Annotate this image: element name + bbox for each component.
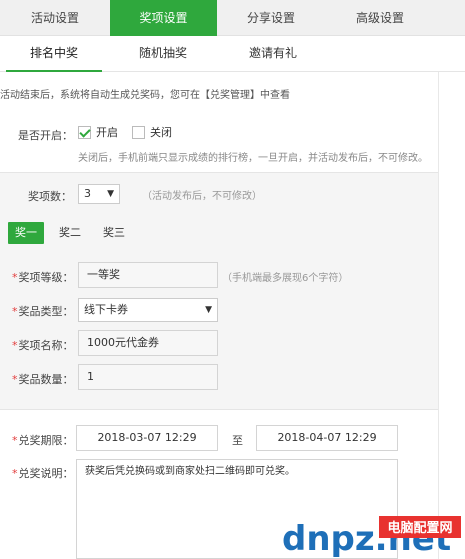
top-tab-bar: 活动设置 奖项设置 分享设置 高级设置: [0, 0, 465, 36]
subtab-invite-gift[interactable]: 邀请有礼: [225, 36, 321, 72]
prize-count-label: 奖项数：: [28, 190, 72, 203]
site-watermark: dnpz.net 电脑配置网: [278, 510, 465, 559]
prize-count-hint: （活动发布后，不可修改）: [142, 191, 262, 202]
prize-type-select[interactable]: 线下卡券 ▼: [78, 298, 218, 322]
tab-prize-3[interactable]: 奖三: [96, 222, 132, 244]
redeem-period-label: *兑奖期限：: [12, 434, 74, 447]
tab-prize-2[interactable]: 奖二: [52, 222, 88, 244]
enable-on-label: 开启: [96, 126, 118, 139]
enable-on-checkbox[interactable]: [78, 125, 91, 139]
tab-activity-settings[interactable]: 活动设置: [0, 0, 110, 36]
prize-qty-label: *奖品数量：: [12, 373, 74, 386]
prize-level-label: *奖项等级：: [12, 271, 74, 284]
tab-advanced-settings[interactable]: 高级设置: [325, 0, 435, 36]
chevron-down-icon: ▼: [107, 189, 114, 199]
prize-name-input[interactable]: 1000元代金券: [78, 330, 218, 356]
redeem-start-input[interactable]: 2018-03-07 12:29: [76, 425, 218, 451]
tab-share-settings[interactable]: 分享设置: [217, 0, 325, 36]
tab-prize-1[interactable]: 奖一: [8, 222, 44, 244]
enable-label: 是否开启：: [18, 129, 73, 142]
prize-qty-input[interactable]: 1: [78, 364, 218, 390]
prize-count-select[interactable]: 3 ▼: [78, 184, 120, 204]
prize-level-hint: （手机端最多展现6个字符）: [222, 273, 349, 284]
prize-type-value: 线下卡券: [84, 303, 128, 316]
subtab-rank-prize[interactable]: 排名中奖: [6, 36, 102, 72]
prize-name-label: *奖项名称：: [12, 339, 74, 352]
sub-tab-bar: 排名中奖 随机抽奖 邀请有礼: [0, 36, 465, 72]
watermark-logo: dnpz.net 电脑配置网: [282, 516, 461, 559]
enable-off-option[interactable]: 关闭: [132, 124, 172, 140]
enable-hint: 关闭后，手机前端只显示成绩的排行榜，一旦开启，并活动发布后，不可修改。: [78, 153, 428, 164]
redeem-to-label: 至: [232, 434, 243, 447]
prize-level-input[interactable]: 一等奖: [78, 262, 218, 288]
enable-off-label: 关闭: [150, 126, 172, 139]
subtab-random-draw[interactable]: 随机抽奖: [115, 36, 211, 72]
enable-off-checkbox[interactable]: [132, 125, 145, 139]
redeem-end-input[interactable]: 2018-04-07 12:29: [256, 425, 398, 451]
watermark-site-name: 电脑配置网: [387, 520, 452, 536]
redeem-desc-label: *兑奖说明：: [12, 467, 74, 480]
prize-count-value: 3: [84, 187, 91, 200]
chevron-down-icon: ▼: [205, 305, 212, 315]
tab-prize-settings[interactable]: 奖项设置: [110, 0, 217, 36]
redeem-notice: 活动结束后，系统将自动生成兑奖码，您可在【兑奖管理】中查看: [0, 90, 290, 101]
content-divider: [438, 72, 439, 559]
enable-on-option[interactable]: 开启: [78, 124, 118, 140]
prize-type-label: *奖品类型：: [12, 305, 74, 318]
prize-tab-bar: 奖一 奖二 奖三: [0, 218, 438, 248]
